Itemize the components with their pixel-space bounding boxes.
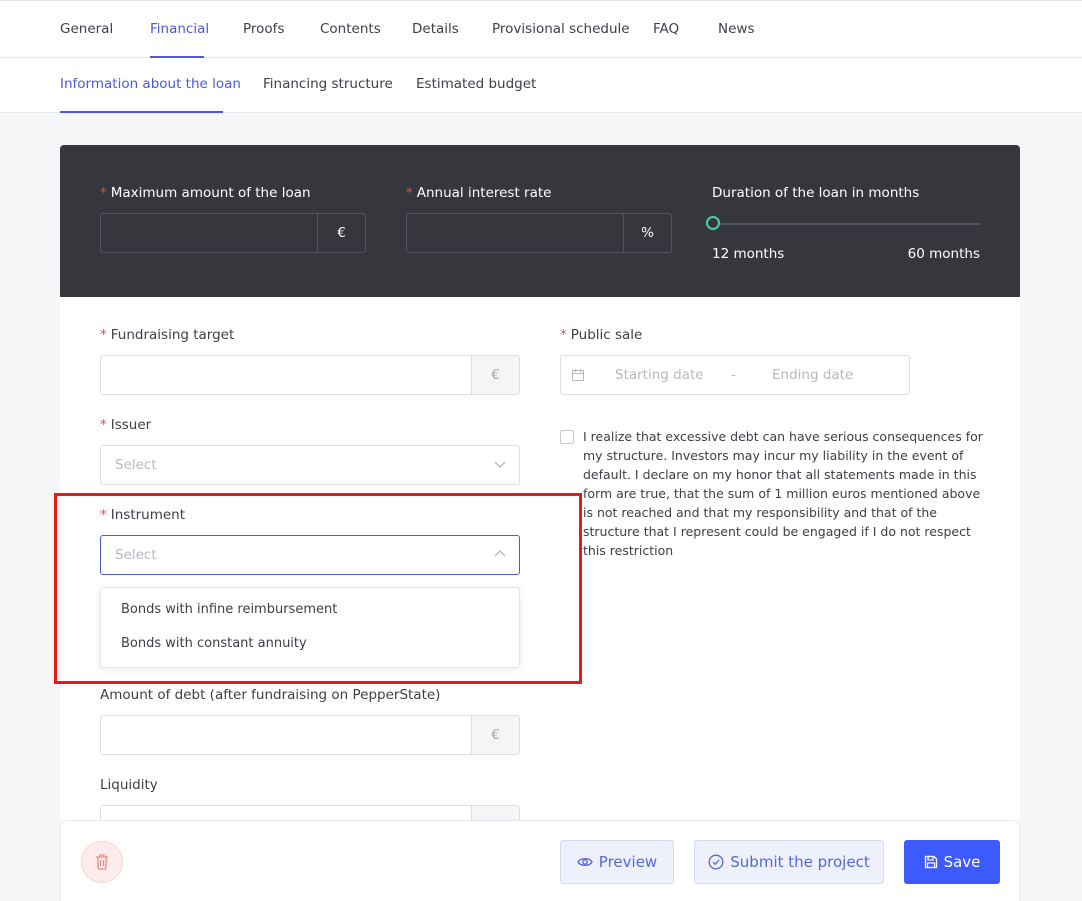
submit-project-button[interactable]: Submit the project [694, 840, 884, 884]
tab-general[interactable]: General [60, 21, 113, 37]
public-sale-date-range[interactable]: Starting date - Ending date [560, 355, 910, 395]
debt-input[interactable]: € [100, 715, 520, 755]
tab-estimated-budget[interactable]: Estimated budget [416, 76, 536, 92]
tab-information-about-the-loan[interactable]: Information about the loan [60, 76, 241, 92]
eye-icon [577, 857, 593, 867]
fundraising-target-input[interactable]: € [100, 355, 520, 395]
debt-label: Amount of debt (after fundraising on Pep… [100, 687, 441, 703]
issuer-select[interactable]: Select [100, 445, 520, 485]
tab-contents[interactable]: Contents [320, 21, 381, 37]
floppy-disk-icon [924, 855, 937, 869]
public-sale-label: * Public sale [560, 327, 643, 343]
instrument-label: * Instrument [100, 507, 186, 523]
tab-faq[interactable]: FAQ [653, 21, 679, 37]
date-separator: - [731, 367, 736, 383]
start-date-input[interactable]: Starting date [615, 367, 704, 383]
trash-icon [96, 854, 108, 870]
tab-provisional-schedule[interactable]: Provisional schedule [492, 21, 630, 37]
instrument-select[interactable]: Select [100, 535, 520, 575]
interest-rate-input[interactable]: % [406, 213, 672, 253]
disclaimer-checkbox[interactable] [560, 430, 574, 444]
duration-slider-track[interactable] [720, 223, 980, 225]
duration-max-label: 60 months [907, 246, 980, 262]
max-amount-input[interactable]: € [100, 213, 366, 253]
top-tab-bar: General Financial Proofs Contents Detail… [0, 0, 1082, 58]
tab-financial[interactable]: Financial [150, 21, 209, 37]
tab-details[interactable]: Details [412, 21, 459, 37]
liquidity-label: Liquidity [100, 777, 158, 793]
end-date-input[interactable]: Ending date [772, 367, 853, 383]
sub-tab-bar: Information about the loan Financing str… [0, 58, 1082, 113]
instrument-dropdown: Bonds with infine reimbursement Bonds wi… [100, 587, 520, 668]
tab-financing-structure[interactable]: Financing structure [263, 76, 393, 92]
instrument-option-constant-annuity[interactable]: Bonds with constant annuity [121, 636, 307, 651]
duration-slider-handle[interactable] [706, 216, 720, 230]
duration-min-label: 12 months [712, 246, 785, 262]
chevron-up-icon [494, 550, 506, 557]
euro-addon: € [471, 716, 519, 754]
euro-addon: € [471, 356, 519, 394]
calendar-icon [572, 369, 584, 381]
euro-addon: € [317, 214, 365, 252]
check-circle-icon [708, 854, 724, 870]
loan-parameters-panel: * Maximum amount of the loan € * Annual in… [60, 145, 1020, 297]
duration-label: Duration of the loan in months [712, 185, 920, 201]
active-subtab-indicator [60, 111, 223, 113]
issuer-label: * Issuer [100, 417, 152, 433]
delete-button[interactable] [81, 841, 123, 883]
max-amount-label: * Maximum amount of the loan [100, 185, 311, 201]
tab-news[interactable]: News [718, 21, 754, 37]
tab-proofs[interactable]: Proofs [243, 21, 284, 37]
save-button[interactable]: Save [904, 840, 1000, 884]
fundraising-target-label: * Fundraising target [100, 327, 235, 343]
footer-actions: Preview Submit the project Save [60, 820, 1020, 901]
disclaimer-text: I realize that excessive debt can have s… [583, 429, 983, 558]
interest-rate-label: * Annual interest rate [406, 185, 552, 201]
preview-button[interactable]: Preview [560, 840, 674, 884]
instrument-placeholder: Select [115, 547, 157, 563]
issuer-placeholder: Select [115, 457, 157, 473]
percent-addon: % [623, 214, 671, 252]
instrument-option-infine[interactable]: Bonds with infine reimbursement [121, 602, 337, 617]
chevron-down-icon [494, 461, 506, 468]
